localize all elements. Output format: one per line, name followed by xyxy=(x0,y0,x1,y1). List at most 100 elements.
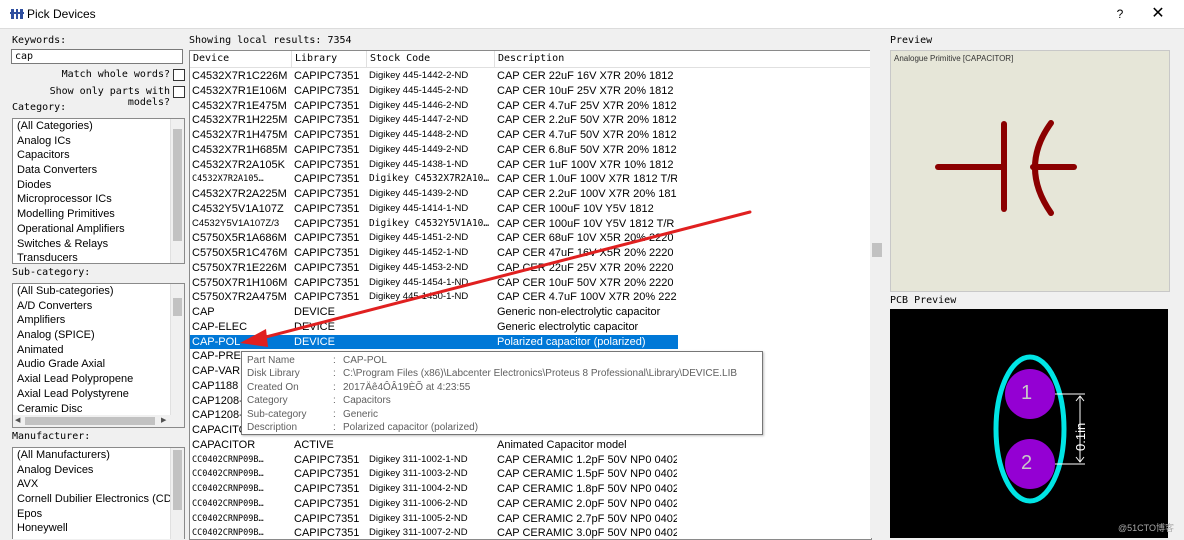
subcategory-hscrollbar[interactable]: ◀ ▶ xyxy=(13,415,171,427)
results-scroll-thumb[interactable] xyxy=(872,243,882,257)
category-item[interactable]: Transducers xyxy=(13,251,184,263)
table-row[interactable]: CAPACITOR ACTIVE Animated Capacitor model xyxy=(190,438,678,453)
subcategory-item[interactable]: (All Sub-categories) xyxy=(13,284,184,299)
help-button[interactable]: ? xyxy=(1111,4,1129,24)
category-item[interactable]: Data Converters xyxy=(13,163,184,178)
category-item[interactable]: (All Categories) xyxy=(13,119,184,134)
manufacturer-item[interactable]: AVX xyxy=(13,477,184,492)
col-header-library[interactable]: Library xyxy=(292,51,367,67)
manufacturer-scroll-thumb[interactable] xyxy=(173,450,182,510)
category-item[interactable]: Diodes xyxy=(13,178,184,193)
library-cell: CAPIPC7351 xyxy=(294,453,360,466)
manufacturer-item[interactable]: Cornell Dubilier Electronics (CDE) xyxy=(13,492,184,507)
table-row[interactable]: C4532X7R1H685M CAPIPC7351 Digikey 445-1449… xyxy=(190,143,678,158)
table-row[interactable]: C4532Y5V1A107Z CAPIPC7351 Digikey 445-1414… xyxy=(190,202,678,217)
match-whole-words-label: Match whole words? xyxy=(61,69,170,80)
table-row[interactable]: C4532X7R2A105K CAPIPC7351 Digikey 445-1438… xyxy=(190,158,678,173)
stock-code-cell: Digikey 311-1003-2-ND xyxy=(369,468,468,480)
scroll-left-arrow-icon[interactable]: ◀ xyxy=(15,415,20,427)
table-row[interactable]: C5750X5R1A686M CAPIPC7351 Digikey 445-1451… xyxy=(190,231,678,246)
show-models-checkbox[interactable] xyxy=(173,86,185,98)
tooltip-colon: : xyxy=(333,368,336,380)
col-header-device[interactable]: Device xyxy=(190,51,292,67)
table-row[interactable]: C5750X7R1E226M CAPIPC7351 Digikey 445-1453… xyxy=(190,261,678,276)
table-row[interactable]: C4532X7R1H475M CAPIPC7351 Digikey 445-1448… xyxy=(190,128,678,143)
table-row[interactable]: CAP-ELEC DEVICE Generic electrolytic capac… xyxy=(190,320,678,335)
results-scrollbar[interactable] xyxy=(870,50,884,538)
table-row[interactable]: C4532X7R1E106M CAPIPC7351 Digikey 445-1445… xyxy=(190,84,678,99)
subcategory-item[interactable]: Audio Grade Axial xyxy=(13,357,184,372)
manufacturer-list[interactable]: (All Manufacturers) Analog Devices AVX Corn… xyxy=(12,447,185,539)
subcategory-item[interactable]: Amplifiers xyxy=(13,313,184,328)
device-cell: C4532Y5V1A107Z xyxy=(192,202,284,215)
subcategory-hscroll-thumb[interactable] xyxy=(25,417,155,425)
device-cell: C4532X7R2A105K xyxy=(192,158,285,171)
subcategory-scroll-thumb[interactable] xyxy=(173,298,182,316)
library-cell: CAPIPC7351 xyxy=(294,158,360,171)
table-row[interactable]: CC0402CRNP09B… CAPIPC7351 Digikey 311-1003… xyxy=(190,467,678,482)
keywords-input[interactable]: cap xyxy=(11,49,183,64)
table-row[interactable]: CAP-POL DEVICE Polarized capacitor (polari… xyxy=(190,334,678,350)
device-cell: CAPACITOR xyxy=(192,438,256,451)
manufacturer-item[interactable]: Honeywell xyxy=(13,521,184,536)
subcategory-item[interactable]: A/D Converters xyxy=(13,299,184,314)
subcategory-item[interactable]: Axial Lead Polystyrene xyxy=(13,387,184,402)
category-item[interactable]: Switches & Relays xyxy=(13,237,184,252)
match-whole-words-checkbox[interactable] xyxy=(173,69,185,81)
table-row[interactable]: CC0402CRNP09B… CAPIPC7351 Digikey 311-1002… xyxy=(190,453,678,468)
category-item[interactable]: Microprocessor ICs xyxy=(13,192,184,207)
table-row[interactable]: C4532X7R1C226M CAPIPC7351 Digikey 445-1442… xyxy=(190,69,678,84)
category-item[interactable]: Operational Amplifiers xyxy=(13,222,184,237)
description-cell: CAP CERAMIC 1.8pF 50V NP0 0402 xyxy=(497,483,677,495)
manufacturer-item[interactable]: Epos xyxy=(13,507,184,522)
category-item[interactable]: Capacitors xyxy=(13,148,184,163)
stock-code-cell: Digikey 445-1452-1-ND xyxy=(369,247,469,258)
category-item[interactable]: Analog ICs xyxy=(13,134,184,149)
subcategory-list[interactable]: (All Sub-categories) A/D Converters Amplif… xyxy=(12,283,185,428)
table-row[interactable]: CAP DEVICE Generic non-electrolytic capaci… xyxy=(190,305,678,320)
library-cell: DEVICE xyxy=(294,320,335,333)
manufacturer-item[interactable]: (All Manufacturers) xyxy=(13,448,184,463)
device-cell: C4532X7R1H475M xyxy=(192,129,288,141)
tooltip-key: Description xyxy=(247,422,298,433)
category-scrollbar[interactable] xyxy=(170,119,184,263)
table-row[interactable]: C5750X7R2A475M CAPIPC7351 Digikey 445-1450… xyxy=(190,290,678,305)
table-row[interactable]: C4532X7R2A225M CAPIPC7351 Digikey 445-1439… xyxy=(190,187,678,202)
table-row[interactable]: CC0402CRNP09B… CAPIPC7351 Digikey 311-1006… xyxy=(190,497,678,512)
device-cell: C4532X7R2A225M xyxy=(192,188,287,200)
stock-code-cell: Digikey 311-1006-2-ND xyxy=(369,497,468,509)
manufacturer-scrollbar[interactable] xyxy=(170,448,184,539)
results-grid[interactable]: Device Library Stock Code Description C4… xyxy=(189,50,872,540)
table-row[interactable]: C5750X5R1C476M CAPIPC7351 Digikey 445-1452… xyxy=(190,246,678,261)
tooltip-value: C:\Program Files (x86)\Labcenter Electro… xyxy=(343,368,738,380)
col-header-description[interactable]: Description xyxy=(495,51,870,67)
scroll-right-arrow-icon[interactable]: ▶ xyxy=(161,415,166,427)
table-row[interactable]: C4532Y5V1A107Z/3 CAPIPC7351 Digikey C4532Y… xyxy=(190,217,678,232)
col-header-stock-code[interactable]: Stock Code xyxy=(367,51,495,67)
description-cell: Generic non-electrolytic capacitor xyxy=(497,306,661,318)
category-item[interactable]: Modelling Primitives xyxy=(13,207,184,222)
results-count: Showing local results: 7354 xyxy=(189,35,352,46)
table-row[interactable]: CC0402CRNP09B… CAPIPC7351 Digikey 311-1005… xyxy=(190,512,678,527)
subcategory-item[interactable]: Analog (SPICE) xyxy=(13,328,184,343)
subcategory-item[interactable]: Animated xyxy=(13,343,184,358)
table-row[interactable]: CC0402CRNP09B… CAPIPC7351 Digikey 311-1004… xyxy=(190,482,678,497)
device-cell: C4532Y5V1A107Z/3 xyxy=(192,217,280,229)
device-cell: C5750X7R1E226M xyxy=(192,261,287,274)
category-scroll-thumb[interactable] xyxy=(173,129,182,241)
table-row[interactable]: C4532X7R1H225M CAPIPC7351 Digikey 445-1447… xyxy=(190,113,678,128)
stock-code-cell: Digikey 445-1445-2-ND xyxy=(369,84,469,96)
pcb-dimension-label: 0.1in xyxy=(1073,422,1088,451)
table-row[interactable]: C5750X7R1H106M CAPIPC7351 Digikey 445-1454… xyxy=(190,276,678,291)
category-list[interactable]: (All Categories) Analog ICs Capacitors Data… xyxy=(12,118,185,264)
manufacturer-item[interactable]: Analog Devices xyxy=(13,463,184,478)
table-row[interactable]: C4532X7R1E475M CAPIPC7351 Digikey 445-1446… xyxy=(190,99,678,114)
title-bar: Pick Devices ? ✕ xyxy=(0,0,1184,29)
subcategory-item[interactable]: Axial Lead Polypropene xyxy=(13,372,184,387)
close-button[interactable]: ✕ xyxy=(1146,4,1170,24)
subcategory-scrollbar[interactable] xyxy=(170,284,184,427)
device-cell: CAP xyxy=(192,306,215,318)
table-row[interactable]: C4532X7R2A105… CAPIPC7351 Digikey C4532X7R… xyxy=(190,172,678,187)
library-cell: CAPIPC7351 xyxy=(294,512,360,525)
subcategory-item[interactable]: Ceramic Disc xyxy=(13,402,184,417)
